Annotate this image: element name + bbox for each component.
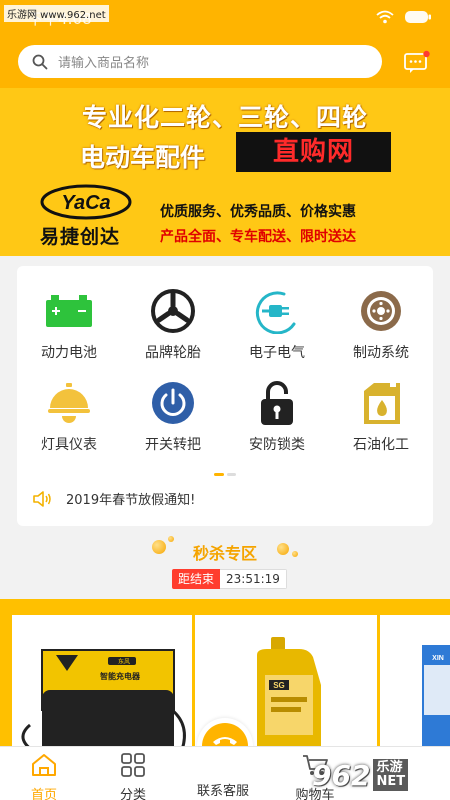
seckill-title: 秒杀专区 [192,544,257,563]
speaker-icon [33,490,51,507]
category-battery[interactable]: 动力电池 [17,288,121,362]
banner-line-2: 电动车配件 [80,143,206,172]
category-tire[interactable]: 品牌轮胎 [121,288,225,362]
page-indicator [214,473,236,476]
wifi-icon [376,10,394,24]
product-name: 智能充电器 [100,671,141,681]
power-switch-icon [152,382,194,424]
search-icon [32,54,48,69]
search-placeholder: 请输入商品名称 [58,56,150,71]
category-label: 石油化工 [353,437,409,453]
product-card-charger[interactable]: 东风 智能充电器 [12,615,192,765]
category-label: 电子电气 [249,345,305,361]
category-label: 制动系统 [353,345,409,361]
category-electrical[interactable]: 电子电气 [225,288,329,362]
tab-category[interactable]: 分类 [98,753,168,800]
message-icon[interactable] [404,50,430,74]
category-brake[interactable]: 制动系统 [329,288,433,362]
tab-label: 首页 [30,788,57,800]
category-label: 灯具仪表 [41,437,97,453]
category-security[interactable]: 安防锁类 [225,380,329,454]
countdown-time: 23:51:19 [220,569,287,589]
product-badge: SG [273,681,285,690]
status-icons [376,10,432,24]
site-watermark-number: 962 [312,758,371,792]
plug-icon [255,291,296,334]
battery-status-icon [405,11,431,23]
notice-bar[interactable]: 2019年春节放假通知! [32,489,195,508]
grid-icon [121,753,145,777]
svg-text:YaCa: YaCa [61,192,110,214]
product-card-bag[interactable]: XIN [380,615,450,765]
notice-text: 2019年春节放假通知! [66,493,196,508]
category-label: 开关转把 [145,437,201,453]
category-switch[interactable]: 开关转把 [121,380,225,454]
category-label: 动力电池 [41,345,97,361]
product-image-bag: XIN [422,645,450,755]
site-watermark-cn: 乐游 [376,759,403,775]
brand-logo: YaCa [40,184,132,220]
tab-label: 联系客服 [196,784,249,799]
lamp-icon [48,383,90,423]
padlock-icon [261,381,293,425]
tab-service[interactable]: 联系客服 [188,777,258,799]
banner-line-1: 专业化二轮、三轮、四轮 [81,103,368,132]
countdown: 距结束 23:51:19 [172,569,287,589]
watermark: 乐游网 www.962.net [4,5,109,22]
site-watermark-net: NET [376,774,406,789]
banner-line-4: 产品全面、专车配送、限时送达 [160,229,356,245]
promo-banner[interactable]: 专业化二轮、三轮、四轮 电动车配件 直购网 YaCa 易捷创达 优质服务、优秀品… [0,88,450,256]
category-lamp[interactable]: 灯具仪表 [17,380,121,454]
brake-disc-icon [361,291,401,331]
site-watermark-text: 乐游 NET [373,758,409,792]
tire-icon [151,289,195,333]
banner-highlight: 直购网 [236,132,391,172]
countdown-label: 距结束 [172,569,221,589]
category-label: 品牌轮胎 [145,345,201,361]
category-card: 动力电池 品牌轮胎 电子电气 制动系统 灯具仪表 开关转把 安防锁类 石油化工 … [17,266,433,526]
app-header: 乐游网 www.962.net 下午4:08 请输入商品名称 [0,0,450,88]
search-bar[interactable]: 请输入商品名称 [18,45,382,78]
site-watermark: 962 乐游 NET [312,752,450,798]
oil-can-icon [364,383,400,424]
product-name: XIN [432,655,444,662]
home-icon [32,754,56,776]
category-petrochem[interactable]: 石油化工 [329,380,433,454]
banner-line-3: 优质服务、优秀品质、价格实惠 [160,204,356,220]
brand-name: 易捷创达 [40,226,121,248]
product-brand: 东风 [118,658,130,666]
tab-label: 分类 [119,788,146,800]
tab-home[interactable]: 首页 [9,753,79,800]
battery-icon [46,295,92,327]
category-label: 安防锁类 [249,437,305,453]
product-image-charger: 东风 智能充电器 [21,649,186,758]
